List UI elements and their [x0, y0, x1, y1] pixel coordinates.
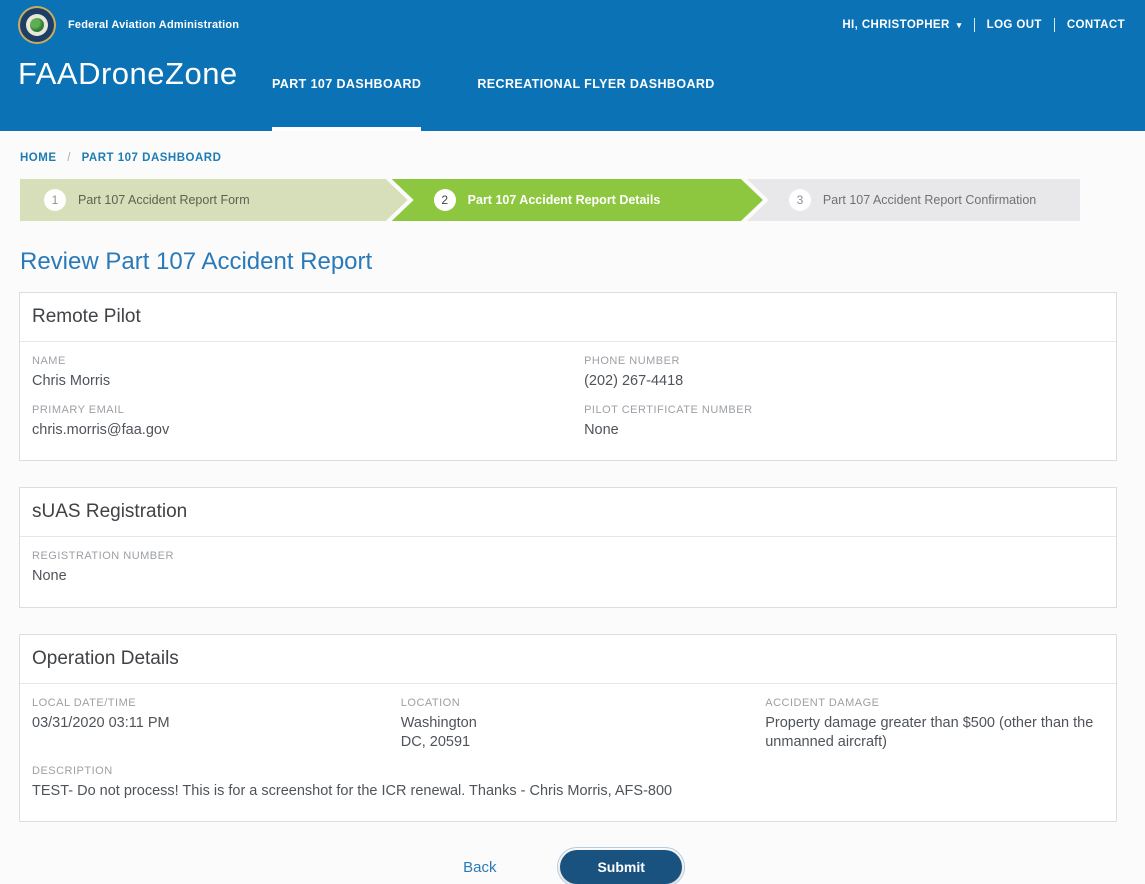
brand-logo[interactable]: FAADroneZone: [18, 56, 238, 92]
agency-name: Federal Aviation Administration: [68, 19, 239, 31]
user-greeting: HI, CHRISTOPHER: [842, 19, 949, 31]
utility-bar: Federal Aviation Administration HI, CHRI…: [0, 0, 1145, 46]
breadcrumb-home[interactable]: HOME: [20, 152, 57, 164]
chevron-down-icon: ▾: [957, 21, 962, 30]
user-menu[interactable]: HI, CHRISTOPHER ▾: [842, 19, 961, 31]
location-value: Washington DC, 20591: [401, 714, 765, 753]
damage-field: ACCIDENT DAMAGE Property damage greater …: [765, 697, 1104, 753]
operation-details-card: Operation Details LOCAL DATE/TIME 03/31/…: [19, 634, 1117, 823]
registration-field: REGISTRATION NUMBER None: [32, 550, 1104, 587]
progress-stepper: 1 Part 107 Accident Report Form 2 Part 1…: [20, 179, 1112, 221]
step-3-confirmation: 3 Part 107 Accident Report Confirmation: [747, 179, 1080, 221]
phone-label: PHONE NUMBER: [584, 355, 1104, 367]
location-field: LOCATION Washington DC, 20591: [401, 697, 765, 753]
site-header: Federal Aviation Administration HI, CHRI…: [0, 0, 1145, 131]
phone-field: PHONE NUMBER (202) 267-4418: [584, 355, 1104, 392]
email-label: PRIMARY EMAIL: [32, 404, 584, 416]
logout-link[interactable]: LOG OUT: [987, 19, 1042, 31]
location-label: LOCATION: [401, 697, 765, 709]
faa-seal-icon: [18, 6, 56, 44]
tab-recreational-dashboard[interactable]: RECREATIONAL FLYER DASHBOARD: [477, 77, 714, 131]
registration-value: None: [32, 567, 1104, 587]
breadcrumb-current[interactable]: PART 107 DASHBOARD: [82, 152, 222, 164]
certificate-label: PILOT CERTIFICATE NUMBER: [584, 404, 1104, 416]
divider: [1054, 18, 1055, 32]
name-label: NAME: [32, 355, 584, 367]
description-value: TEST- Do not process! This is for a scre…: [32, 782, 1104, 802]
description-field: DESCRIPTION TEST- Do not process! This i…: [32, 765, 1104, 802]
primary-nav: PART 107 DASHBOARD RECREATIONAL FLYER DA…: [272, 77, 715, 131]
page-title: Review Part 107 Accident Report: [20, 248, 1145, 276]
step-1-form: 1 Part 107 Accident Report Form: [20, 179, 408, 221]
step-3-label: Part 107 Accident Report Confirmation: [823, 193, 1036, 207]
name-field: NAME Chris Morris: [32, 355, 584, 392]
damage-value: Property damage greater than $500 (other…: [765, 714, 1104, 753]
certificate-field: PILOT CERTIFICATE NUMBER None: [584, 404, 1104, 441]
step-2-number: 2: [434, 189, 456, 211]
suas-registration-card: sUAS Registration REGISTRATION NUMBER No…: [19, 487, 1117, 608]
submit-button[interactable]: Submit: [560, 850, 681, 884]
divider: [974, 18, 975, 32]
back-link[interactable]: Back: [463, 859, 496, 876]
damage-label: ACCIDENT DAMAGE: [765, 697, 1104, 709]
datetime-label: LOCAL DATE/TIME: [32, 697, 401, 709]
phone-value: (202) 267-4418: [584, 372, 1104, 392]
name-value: Chris Morris: [32, 372, 584, 392]
step-2-label: Part 107 Accident Report Details: [468, 193, 661, 207]
step-2-details: 2 Part 107 Accident Report Details: [392, 179, 763, 221]
operation-details-body: LOCAL DATE/TIME 03/31/2020 03:11 PM LOCA…: [20, 684, 1116, 822]
step-3-number: 3: [789, 189, 811, 211]
email-value: chris.morris@faa.gov: [32, 421, 584, 441]
suas-registration-heading: sUAS Registration: [20, 488, 1116, 537]
breadcrumb: HOME / PART 107 DASHBOARD: [20, 152, 1145, 164]
form-actions: Back Submit: [0, 850, 1145, 884]
breadcrumb-separator: /: [67, 152, 71, 164]
suas-registration-body: REGISTRATION NUMBER None: [20, 537, 1116, 607]
certificate-value: None: [584, 421, 1104, 441]
step-1-label: Part 107 Accident Report Form: [78, 193, 250, 207]
operation-details-heading: Operation Details: [20, 635, 1116, 684]
contact-link[interactable]: CONTACT: [1067, 19, 1125, 31]
remote-pilot-card: Remote Pilot NAME Chris Morris PHONE NUM…: [19, 292, 1117, 461]
remote-pilot-heading: Remote Pilot: [20, 293, 1116, 342]
datetime-value: 03/31/2020 03:11 PM: [32, 714, 401, 734]
utility-links: HI, CHRISTOPHER ▾ LOG OUT CONTACT: [842, 18, 1125, 32]
registration-label: REGISTRATION NUMBER: [32, 550, 1104, 562]
remote-pilot-body: NAME Chris Morris PHONE NUMBER (202) 267…: [20, 342, 1116, 460]
description-label: DESCRIPTION: [32, 765, 1104, 777]
email-field: PRIMARY EMAIL chris.morris@faa.gov: [32, 404, 584, 441]
step-1-number: 1: [44, 189, 66, 211]
tab-part107-dashboard[interactable]: PART 107 DASHBOARD: [272, 77, 421, 131]
datetime-field: LOCAL DATE/TIME 03/31/2020 03:11 PM: [32, 697, 401, 753]
